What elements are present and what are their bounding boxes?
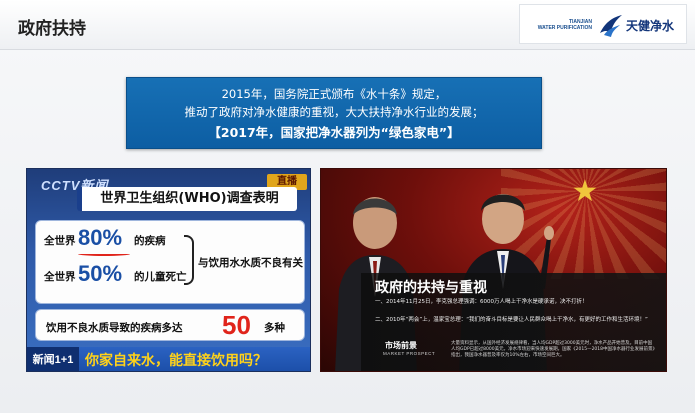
notice-line-2: 推动了政府对净水健康的重视，大大扶持净水行业的发展； <box>184 105 484 119</box>
disease-number: 50 <box>222 310 251 340</box>
news-heading: 世界卫生组织(WHO)调查表明 <box>77 187 297 211</box>
logo-tagline-line2: WATER PURIFICATION <box>537 25 592 31</box>
stat-suffix: 的儿童死亡 <box>134 271 187 283</box>
policy-poster: ★ 政府的扶持与重视 一、2014年11月25日，李克强总理强调：6000万人喝… <box>320 168 667 372</box>
logo-brand-name: 天健净水 <box>626 19 675 33</box>
ticker-headline: 你家自来水，能直接饮用吗？ <box>85 353 267 369</box>
market-prospect-title: 市场前景 <box>385 341 417 350</box>
water-drop-logo-icon <box>600 15 622 37</box>
brace-icon <box>184 235 194 285</box>
stat-suffix: 的疾病 <box>134 235 166 247</box>
star-emblem-icon: ★ <box>571 174 599 209</box>
market-prospect-body: 大量资料显示，从国外经济发展规律看，当人均GDP超过3000美元时，净水产品开始… <box>451 341 655 358</box>
disease-unit: 多种 <box>264 322 285 334</box>
red-underline-mark <box>78 252 130 256</box>
slide-header: 政府扶持 TIANJIAN WATER PURIFICATION 天健净水 <box>0 0 695 50</box>
poster-point-2: 二、2010年“两会”上，温家宝总理：“我们的奋斗目标是要让人民群众喝上干净水，… <box>375 317 648 323</box>
brand-logo: TIANJIAN WATER PURIFICATION 天健净水 <box>519 4 687 44</box>
disease-count-panel: 饮用不良水质导致的疾病多达 50 多种 <box>35 309 305 341</box>
notice-line-3: 【2017年，国家把净水器列为“绿色家电”】 <box>208 125 460 140</box>
market-prospect-subtitle: MARKET PROSPECT <box>383 351 436 356</box>
stats-panel: 全世界 80% 的疾病 全世界 50% 的儿童死亡 与饮用水水质不良有关 <box>35 220 305 304</box>
news-screenshot: CCTV新闻 直播 世界卫生组织(WHO)调查表明 全世界 80% 的疾病 全世… <box>26 168 311 372</box>
policy-notice-banner: 2015年，国务院正式颁布《水十条》规定， 推动了政府对净水健康的重视，大大扶持… <box>126 77 542 149</box>
news-ticker: 新闻1+1 你家自来水，能直接饮用吗？ <box>27 347 310 371</box>
page-title: 政府扶持 <box>18 19 86 39</box>
stat-number: 50% <box>78 261 123 286</box>
stat-cause: 与饮用水水质不良有关 <box>198 257 303 269</box>
stat-prefix: 全世界 <box>44 271 76 283</box>
disease-label: 饮用不良水质导致的疾病多达 <box>46 322 183 334</box>
poster-title: 政府的扶持与重视 <box>375 280 487 296</box>
program-tag: 新闻1+1 <box>27 347 79 371</box>
poster-point-1: 一、2014年11月25日，李克强总理强调：6000万人喝上干净水是硬承诺，决不… <box>375 299 588 305</box>
stat-prefix: 全世界 <box>44 235 76 247</box>
logo-tagline: TIANJIAN WATER PURIFICATION <box>534 19 592 31</box>
notice-line-1: 2015年，国务院正式颁布《水十条》规定， <box>221 87 447 101</box>
stat-number: 80% <box>78 225 123 250</box>
